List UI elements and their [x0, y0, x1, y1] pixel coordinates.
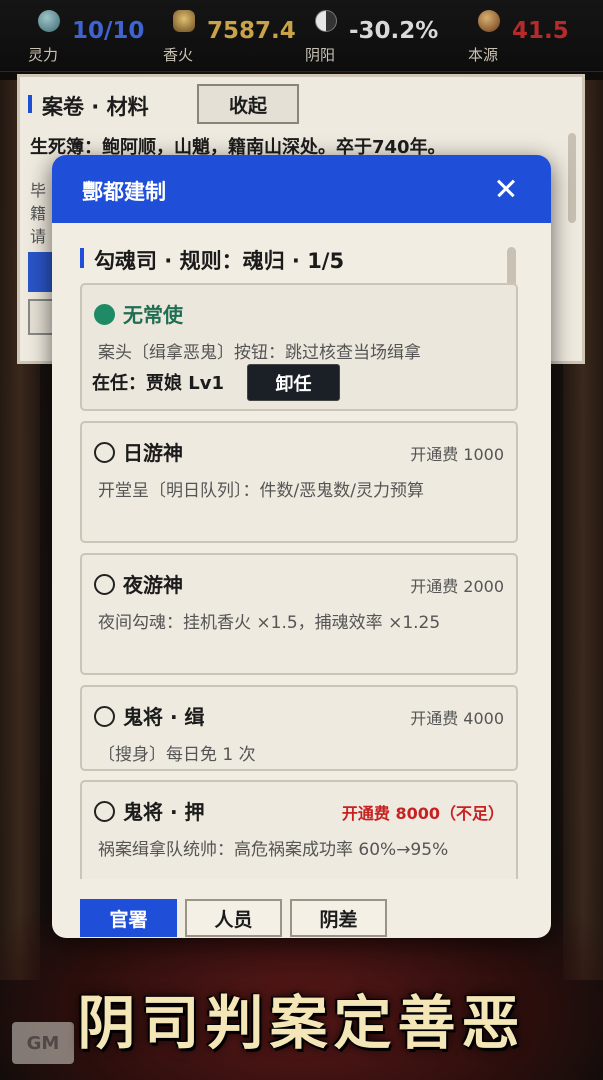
tab-personnel[interactable]: 人员	[185, 899, 282, 937]
spirit-orb-icon	[38, 10, 60, 32]
radio-selected-icon	[94, 304, 115, 325]
position-desc: 祸案缉拿队统帅：高危祸案成功率 60%→95%	[98, 840, 449, 860]
stat-label: 阴阳	[305, 46, 336, 64]
position-desc: 开堂呈〔明日队列〕：件数/恶鬼数/灵力预算	[98, 481, 424, 501]
section-title: 勾魂司 · 规则：魂归 · 1/5	[79, 245, 344, 275]
open-fee: 开通费 4000	[410, 709, 504, 728]
position-card-guijiang-ya[interactable]: 鬼将 · 押 开通费 8000（不足） 祸案缉拿队统帅：高危祸案成功率 60%→…	[80, 780, 518, 879]
position-desc: 夜间勾魂：挂机香火 ×1.5，捕魂效率 ×1.25	[98, 613, 441, 633]
tab-yinchai[interactable]: 阴差	[290, 899, 387, 937]
resource-bar: 灵力 10/10 香火 7587.4 阴阳 -30.2% 本源 41.5	[0, 0, 603, 72]
stat-value: 7587.4	[207, 18, 296, 44]
tab-office[interactable]: 官署	[80, 899, 177, 937]
incense-icon	[173, 10, 195, 32]
position-card-yeyou[interactable]: 夜游神 开通费 2000 夜间勾魂：挂机香火 ×1.5，捕魂效率 ×1.25	[80, 553, 518, 675]
stat-origin: 本源 41.5	[468, 6, 588, 66]
yin-yang-icon	[315, 10, 337, 32]
case-fragment: 请	[30, 227, 47, 246]
position-holder: 在任：贾娘 Lv1	[92, 373, 224, 394]
institution-modal: 酆都建制 勾魂司 · 规则：魂归 · 1/5 无常使 案头〔缉拿恶鬼〕按钮：跳过…	[52, 155, 551, 938]
case-fragment: 籍	[30, 204, 47, 223]
position-card-wuchang[interactable]: 无常使 案头〔缉拿恶鬼〕按钮：跳过核查当场缉拿 在任：贾娘 Lv1 卸任	[80, 283, 518, 411]
stat-yinyang: 阴阳 -30.2%	[305, 6, 455, 66]
radio-empty-icon	[94, 574, 115, 595]
close-icon[interactable]	[491, 173, 521, 203]
position-name: 无常使	[94, 299, 183, 328]
radio-empty-icon	[94, 442, 115, 463]
open-fee-insufficient: 开通费 8000（不足）	[341, 804, 504, 823]
stat-value: 10/10	[72, 18, 145, 44]
stat-label: 香火	[163, 46, 194, 64]
position-name: 鬼将 · 押	[94, 796, 205, 825]
radio-empty-icon	[94, 706, 115, 727]
position-name: 鬼将 · 缉	[94, 701, 205, 730]
case-scrollbar[interactable]	[568, 133, 576, 223]
stat-value: 41.5	[512, 18, 569, 44]
position-card-riyou[interactable]: 日游神 开通费 1000 开堂呈〔明日队列〕：件数/恶鬼数/灵力预算	[80, 421, 518, 543]
radio-empty-icon	[94, 801, 115, 822]
origin-orb-icon	[478, 10, 500, 32]
collapse-button[interactable]: 收起	[197, 84, 299, 124]
stat-spirit: 灵力 10/10	[28, 6, 158, 66]
case-title: 案卷 · 材料	[28, 91, 149, 121]
open-fee: 开通费 2000	[410, 577, 504, 596]
stat-value: -30.2%	[349, 18, 439, 44]
stat-label: 灵力	[28, 46, 59, 64]
modal-header: 酆都建制	[52, 155, 551, 223]
position-list: 无常使 案头〔缉拿恶鬼〕按钮：跳过核查当场缉拿 在任：贾娘 Lv1 卸任 日游神…	[80, 283, 518, 879]
case-fragment: 毕	[30, 181, 47, 200]
modal-title: 酆都建制	[82, 180, 166, 204]
position-desc: 〔搜身〕每日免 1 次	[98, 745, 256, 765]
promo-banner: 阴司判案定善恶	[77, 989, 526, 1057]
stat-label: 本源	[468, 46, 499, 64]
position-name: 夜游神	[94, 569, 183, 598]
position-card-guijiang-ji[interactable]: 鬼将 · 缉 开通费 4000 〔搜身〕每日免 1 次	[80, 685, 518, 771]
position-name: 日游神	[94, 437, 183, 466]
open-fee: 开通费 1000	[410, 445, 504, 464]
stat-incense: 香火 7587.4	[163, 6, 308, 66]
dismiss-button[interactable]: 卸任	[247, 364, 340, 401]
